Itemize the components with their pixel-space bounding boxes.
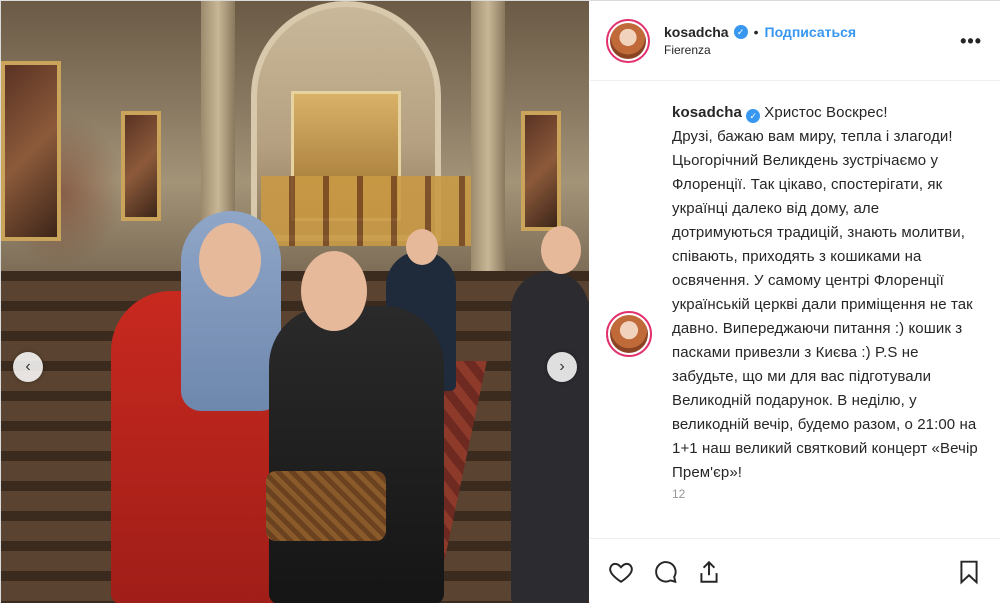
follow-button[interactable]: Подписаться bbox=[765, 24, 857, 40]
woman-face bbox=[199, 223, 261, 297]
next-photo-button[interactable]: › bbox=[547, 352, 577, 382]
previous-photo-button[interactable]: ‹ bbox=[13, 352, 43, 382]
man-dark-jacket bbox=[269, 306, 444, 603]
easter-basket bbox=[266, 471, 386, 541]
action-bar bbox=[590, 538, 1000, 603]
share-arrow-icon bbox=[700, 560, 718, 583]
author-avatar[interactable] bbox=[606, 18, 650, 63]
comment-button[interactable] bbox=[650, 557, 680, 587]
author-username[interactable]: kosadcha bbox=[664, 24, 729, 40]
church-pillar bbox=[471, 1, 505, 301]
post-header: kosadcha ✓ • Подписаться Fierenza ••• bbox=[590, 1, 1000, 81]
more-options-icon[interactable]: ••• bbox=[960, 31, 982, 52]
caption-username[interactable]: kosadcha bbox=[672, 104, 742, 121]
verified-check-icon: ✓ bbox=[746, 109, 761, 123]
wall-painting bbox=[1, 61, 61, 241]
like-button[interactable] bbox=[606, 557, 636, 587]
background-person bbox=[511, 271, 589, 603]
wall-painting bbox=[521, 111, 561, 231]
comment-bubble-icon bbox=[655, 560, 677, 583]
man-face bbox=[301, 251, 367, 331]
separator: • bbox=[753, 24, 759, 40]
share-button[interactable] bbox=[694, 557, 724, 587]
chevron-left-icon: ‹ bbox=[25, 358, 31, 375]
caption-avatar[interactable] bbox=[606, 311, 652, 357]
verified-check-icon: ✓ bbox=[733, 25, 748, 39]
instagram-post: ‹ › kosadcha ✓ • Подписаться Fierenza ••… bbox=[0, 0, 1000, 603]
chevron-right-icon: › bbox=[559, 358, 565, 375]
caption-timestamp: 12 bbox=[672, 487, 686, 501]
iconostasis bbox=[261, 176, 471, 246]
bookmark-icon bbox=[960, 560, 978, 585]
wall-painting bbox=[121, 111, 161, 221]
save-button[interactable] bbox=[954, 557, 984, 587]
background-person-head bbox=[541, 226, 581, 274]
post-sidebar: kosadcha ✓ • Подписаться Fierenza ••• ko… bbox=[590, 1, 1000, 603]
caption-section: kosadcha ✓ Христос Воскрес! Друзі, бажаю … bbox=[606, 101, 984, 533]
caption-text: kosadcha ✓ Христос Воскрес! Друзі, бажаю … bbox=[672, 101, 984, 485]
post-photo[interactable]: ‹ › bbox=[1, 1, 589, 603]
heart-icon bbox=[609, 562, 633, 583]
post-location[interactable]: Fierenza bbox=[664, 43, 856, 57]
background-person-head bbox=[406, 229, 438, 265]
caption-body: Христос Воскрес! Друзі, бажаю вам миру, … bbox=[672, 104, 978, 481]
